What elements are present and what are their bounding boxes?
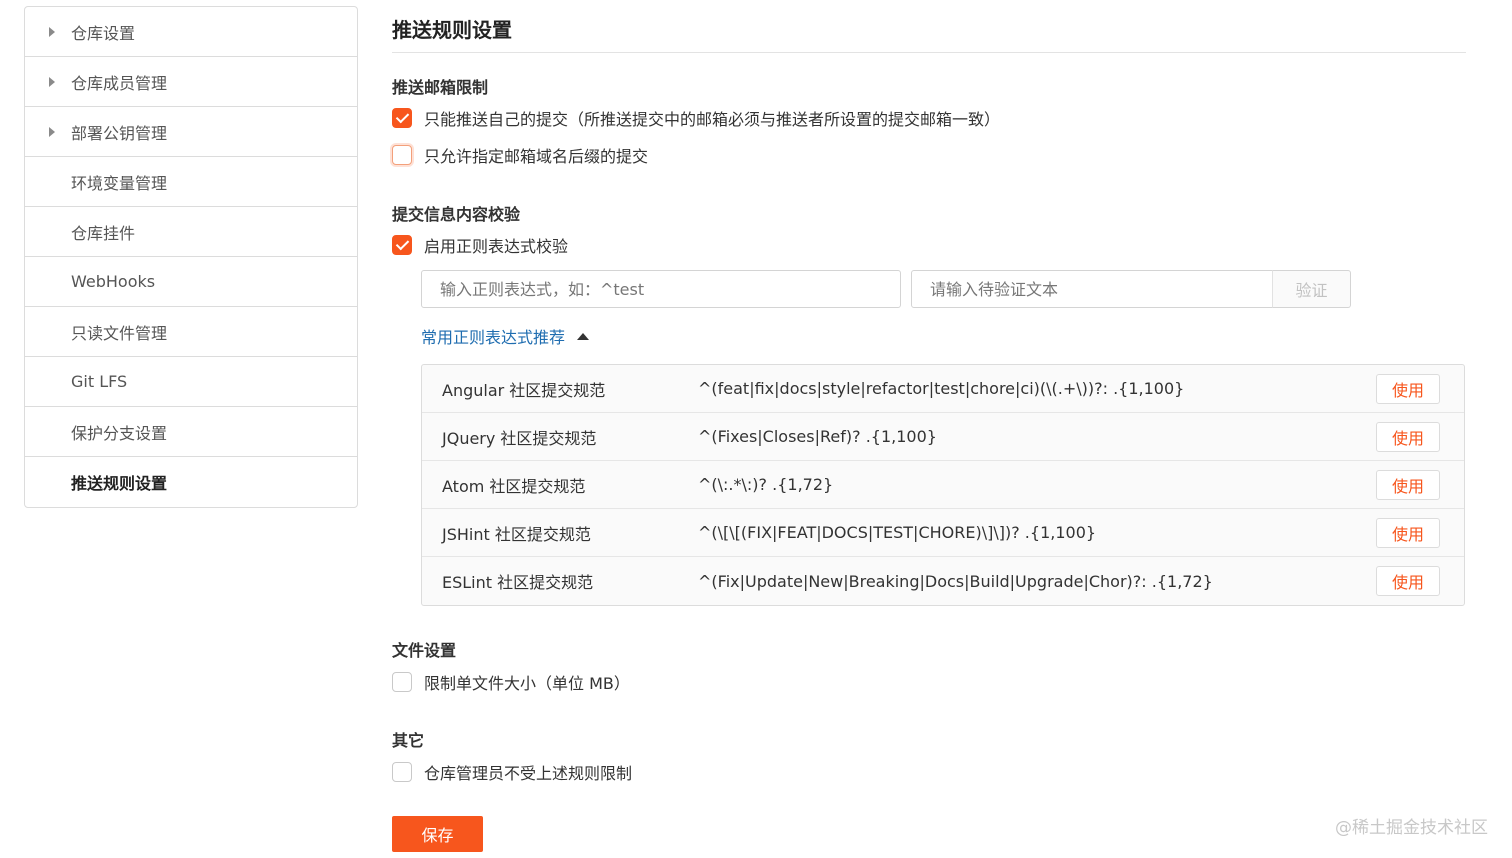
table-row: ESLint 社区提交规范 ^(Fix|Update|New|Breaking|… <box>422 557 1464 605</box>
regex-preset-table: Angular 社区提交规范 ^(feat|fix|docs|style|ref… <box>421 364 1465 606</box>
own-commits-only-checkbox[interactable] <box>392 108 412 128</box>
file-size-limit-checkbox[interactable] <box>392 672 412 692</box>
sidebar-item-deploy-keys[interactable]: 部署公钥管理 <box>25 107 357 157</box>
sidebar-item-repo-settings[interactable]: 仓库设置 <box>25 7 357 57</box>
title-divider <box>392 52 1466 53</box>
email-domain-suffix-checkbox[interactable] <box>392 145 412 165</box>
option-label: 仓库管理员不受上述规则限制 <box>424 764 633 783</box>
sidebar: 仓库设置 仓库成员管理 部署公钥管理 环境变量管理 仓库挂件 WebHooks … <box>24 6 358 508</box>
preset-pattern: ^(Fix|Update|New|Breaking|Docs|Build|Upg… <box>698 571 1213 591</box>
preset-name: Angular 社区提交规范 <box>442 380 606 400</box>
verify-button[interactable]: 验证 <box>1272 270 1351 308</box>
sidebar-item-env-vars[interactable]: 环境变量管理 <box>25 157 357 207</box>
sidebar-item-label: 仓库成员管理 <box>71 73 168 93</box>
page-title: 推送规则设置 <box>392 18 512 42</box>
table-row: Atom 社区提交规范 ^(\:.*\:)? .{1,72} 使用 <box>422 461 1464 509</box>
preset-name: JSHint 社区提交规范 <box>442 524 591 544</box>
caret-up-icon <box>577 332 590 340</box>
preset-name: ESLint 社区提交规范 <box>442 573 594 592</box>
sidebar-item-label: 保护分支设置 <box>71 423 168 443</box>
use-preset-button[interactable]: 使用 <box>1376 469 1440 500</box>
admin-exempt-option[interactable]: 仓库管理员不受上述规则限制 <box>392 760 632 784</box>
sidebar-item-label: Git LFS <box>71 372 128 391</box>
sidebar-item-label: 仓库挂件 <box>71 223 136 243</box>
file-size-limit-option[interactable]: 限制单文件大小（单位 MB） <box>392 670 630 694</box>
regex-validation-checkbox[interactable] <box>392 235 412 255</box>
email-domain-suffix-option[interactable]: 只允许指定邮箱域名后缀的提交 <box>392 143 648 167</box>
sidebar-item-member-management[interactable]: 仓库成员管理 <box>25 57 357 107</box>
sidebar-item-webhooks[interactable]: WebHooks <box>25 257 357 307</box>
toggle-label: 常用正则表达式推荐 <box>421 328 566 347</box>
sidebar-item-label: 仓库设置 <box>71 23 136 43</box>
sidebar-item-widgets[interactable]: 仓库挂件 <box>25 207 357 257</box>
preset-pattern: ^(\:.*\:)? .{1,72} <box>698 475 834 494</box>
sidebar-item-label: 部署公钥管理 <box>71 123 168 143</box>
own-commits-only-option[interactable]: 只能推送自己的提交（所推送提交中的邮箱必须与推送者所设置的提交邮箱一致） <box>392 106 1000 130</box>
option-label: 只能推送自己的提交（所推送提交中的邮箱必须与推送者所设置的提交邮箱一致） <box>424 110 1001 129</box>
table-row: JSHint 社区提交规范 ^(\[\[(FIX|FEAT|DOCS|TEST|… <box>422 509 1464 557</box>
sidebar-item-git-lfs[interactable]: Git LFS <box>25 357 357 407</box>
sidebar-item-push-rules[interactable]: 推送规则设置 <box>25 457 357 507</box>
preset-pattern: ^(\[\[(FIX|FEAT|DOCS|TEST|CHORE)\]\])? .… <box>698 523 1097 542</box>
preset-pattern: ^(feat|fix|docs|style|refactor|test|chor… <box>698 379 1185 398</box>
caret-right-icon <box>49 26 55 37</box>
use-preset-button[interactable]: 使用 <box>1376 373 1440 404</box>
section-title-other: 其它 <box>392 731 425 750</box>
use-preset-button[interactable]: 使用 <box>1376 421 1440 452</box>
sidebar-item-label: 环境变量管理 <box>71 173 168 193</box>
option-label: 启用正则表达式校验 <box>424 237 569 256</box>
sidebar-item-label: WebHooks <box>71 272 156 291</box>
watermark: @稀土掘金技术社区 <box>1335 818 1488 838</box>
sidebar-item-readonly-files[interactable]: 只读文件管理 <box>25 307 357 357</box>
sidebar-item-protected-branches[interactable]: 保护分支设置 <box>25 407 357 457</box>
regex-input[interactable] <box>421 270 901 308</box>
caret-right-icon <box>49 76 55 87</box>
admin-exempt-checkbox[interactable] <box>392 762 412 782</box>
preset-pattern: ^(Fixes|Closes|Ref)? .{1,100} <box>698 427 937 446</box>
use-preset-button[interactable]: 使用 <box>1376 517 1440 548</box>
sidebar-item-label: 只读文件管理 <box>71 323 168 343</box>
verify-text-input[interactable] <box>911 270 1273 308</box>
sidebar-item-label: 推送规则设置 <box>71 474 168 493</box>
option-label: 限制单文件大小（单位 MB） <box>424 674 630 693</box>
section-title-file-settings: 文件设置 <box>392 641 457 660</box>
save-button[interactable]: 保存 <box>392 816 483 852</box>
table-row: Angular 社区提交规范 ^(feat|fix|docs|style|ref… <box>422 365 1464 413</box>
option-label: 只允许指定邮箱域名后缀的提交 <box>424 147 649 166</box>
table-row: JQuery 社区提交规范 ^(Fixes|Closes|Ref)? .{1,1… <box>422 413 1464 461</box>
use-preset-button[interactable]: 使用 <box>1376 566 1440 596</box>
section-title-commit-validation: 提交信息内容校验 <box>392 205 521 224</box>
preset-name: JQuery 社区提交规范 <box>442 428 597 448</box>
preset-name: Atom 社区提交规范 <box>442 476 586 496</box>
caret-right-icon <box>49 126 55 137</box>
section-title-email: 推送邮箱限制 <box>392 78 489 97</box>
regex-recommend-toggle[interactable]: 常用正则表达式推荐 <box>421 324 590 348</box>
regex-validation-option[interactable]: 启用正则表达式校验 <box>392 233 568 257</box>
